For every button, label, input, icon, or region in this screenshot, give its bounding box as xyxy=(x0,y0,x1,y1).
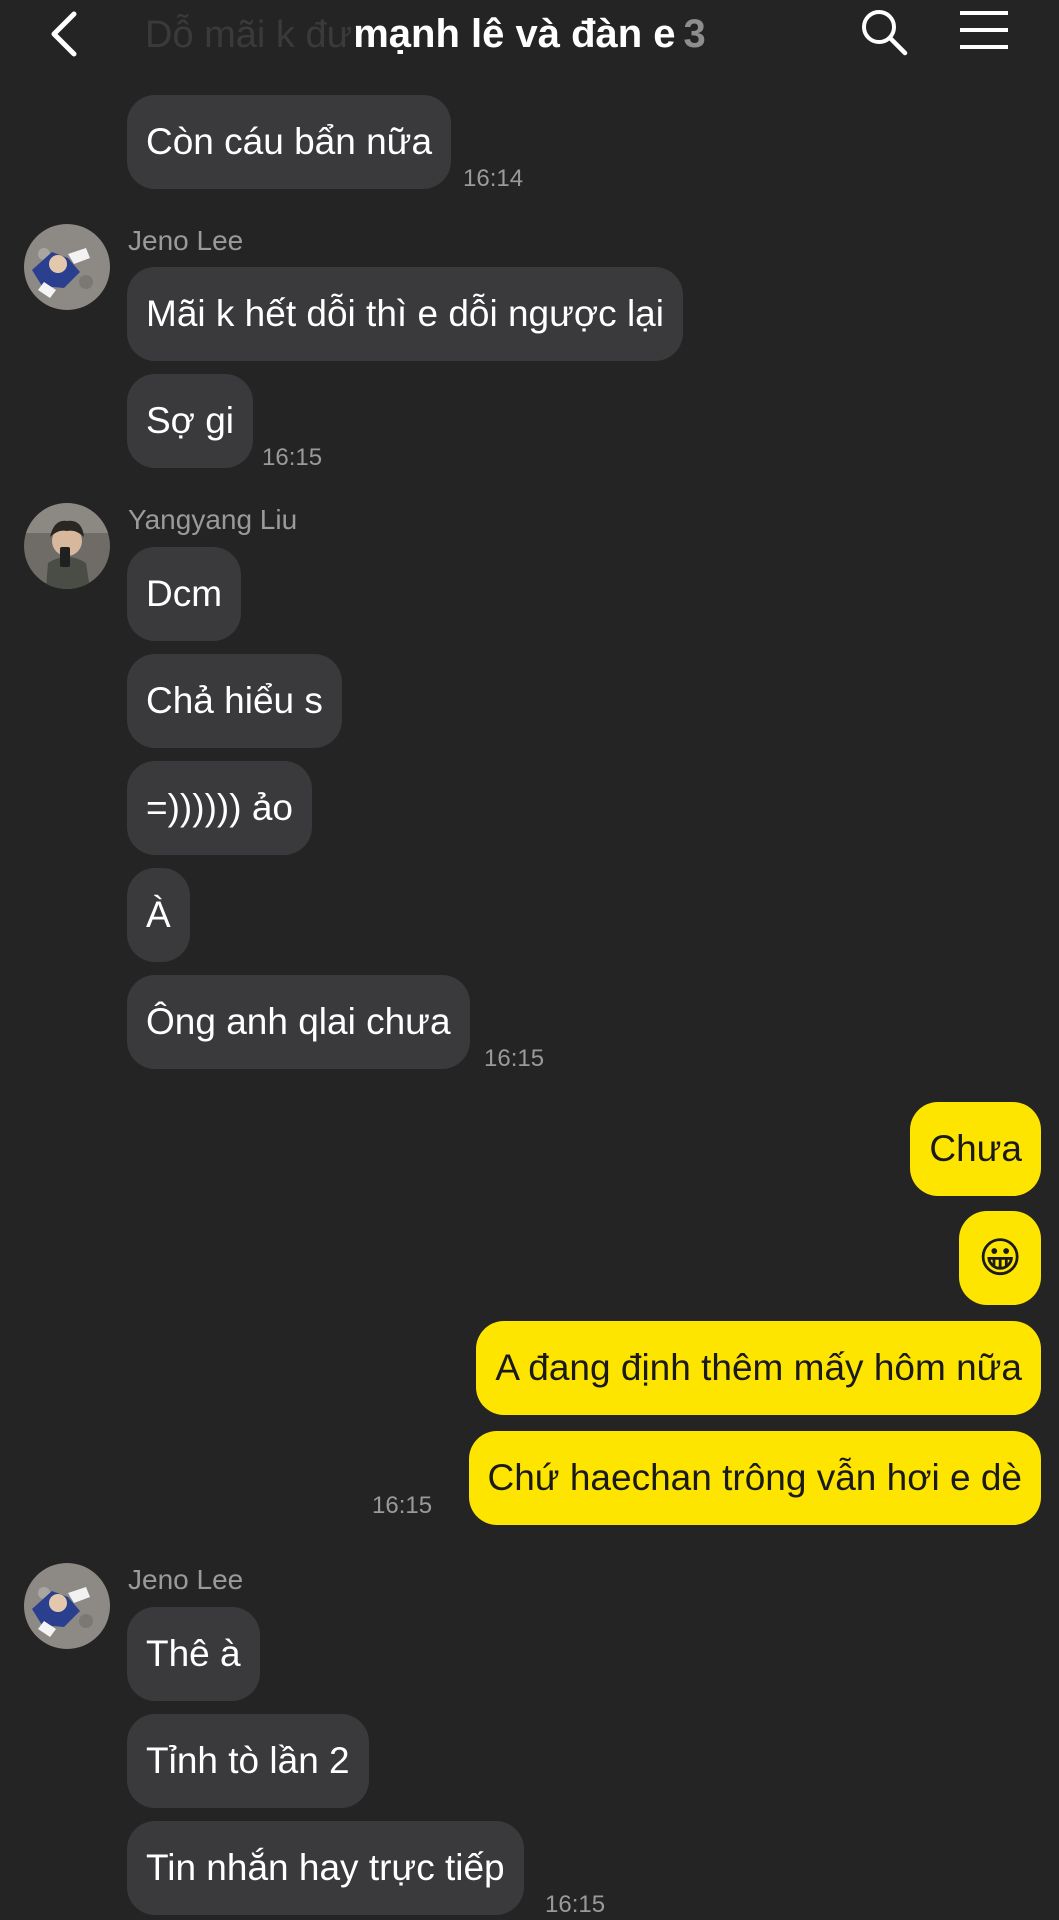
avatar-yangyang-liu[interactable] xyxy=(24,503,110,589)
chat-title-text: mạnh lê và đàn e xyxy=(353,12,676,56)
message-bubble[interactable]: Mãi k hết dỗi thì e dỗi ngược lại xyxy=(127,267,683,361)
message-timestamp: 16:15 xyxy=(484,1045,545,1072)
message-bubble[interactable]: Ông anh qlai chưa xyxy=(127,975,470,1069)
search-button[interactable] xyxy=(858,6,910,58)
message-timestamp: 16:15 xyxy=(545,1891,606,1918)
message-bubble[interactable]: Sợ gi xyxy=(127,374,254,468)
sender-name: Jeno Lee xyxy=(128,1564,244,1595)
faded-preview-text: Dỗ mãi k đư xyxy=(145,14,353,56)
message-bubble[interactable]: Dcm xyxy=(127,547,242,641)
message-bubble[interactable]: Tỉnh tò lần 2 xyxy=(127,1714,369,1808)
message-bubble[interactable]: Thê à xyxy=(127,1607,260,1701)
message-bubble[interactable]: Chả hiểu s xyxy=(127,654,342,748)
avatar-jeno-lee[interactable] xyxy=(24,224,110,310)
sender-name: Jeno Lee xyxy=(128,225,244,256)
menu-icon xyxy=(960,11,1008,49)
message-timestamp: 16:14 xyxy=(463,165,524,192)
search-icon xyxy=(862,10,908,56)
outgoing-message-bubble[interactable]: A đang định thêm mấy hôm nữa xyxy=(476,1321,1041,1415)
avatar-image xyxy=(24,503,110,589)
outgoing-message-bubble[interactable]: Chưa xyxy=(910,1102,1041,1196)
chat-header: Dỗ mãi k đư mạnh lê và đàn e3 xyxy=(0,0,1059,68)
avatar-image xyxy=(24,1563,110,1649)
sender-name: Yangyang Liu xyxy=(128,504,298,535)
message-bubble[interactable]: À xyxy=(127,868,190,962)
member-count: 3 xyxy=(683,12,706,56)
outgoing-message-bubble[interactable]: Chứ haechan trông vẫn hơi e dè xyxy=(468,1431,1041,1525)
message-bubble[interactable]: Tin nhắn hay trực tiếp xyxy=(127,1821,524,1915)
outgoing-emoji-message[interactable]: 😀 xyxy=(959,1211,1041,1305)
message-timestamp: 16:15 xyxy=(262,444,323,471)
message-bubble[interactable]: Còn cáu bẩn nữa xyxy=(127,95,452,189)
message-timestamp: 16:15 xyxy=(372,1492,433,1519)
avatar-image xyxy=(24,224,110,310)
menu-button[interactable] xyxy=(958,8,1010,60)
message-bubble[interactable]: =)))))) ảo xyxy=(127,761,312,855)
avatar-jeno-lee[interactable] xyxy=(24,1563,110,1649)
